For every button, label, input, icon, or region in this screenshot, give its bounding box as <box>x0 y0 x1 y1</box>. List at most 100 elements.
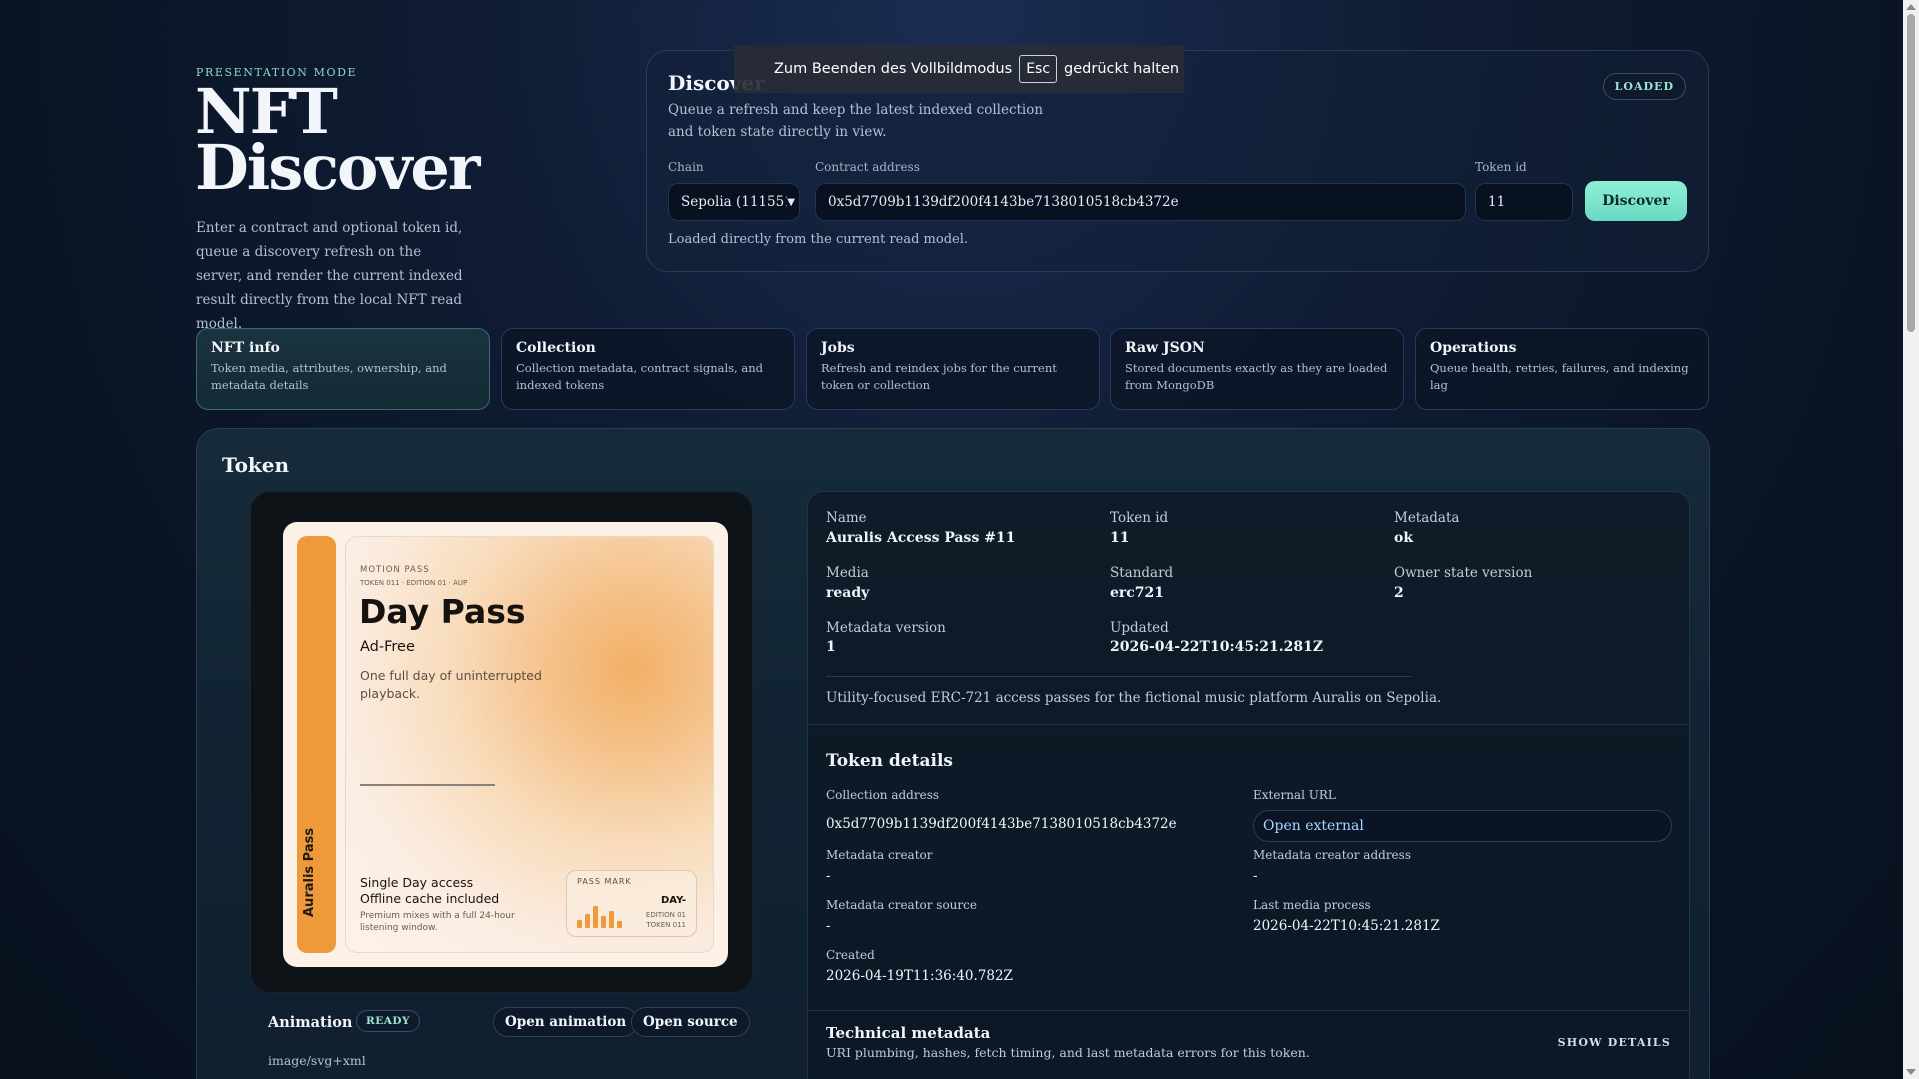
token-id-info-value: 11 <box>1110 530 1130 546</box>
token-id-input[interactable]: 11 <box>1475 183 1573 221</box>
tab-title: NFT info <box>211 340 280 356</box>
collection-address-value: 0x5d7709b1139df200f4143be7138010518cb437… <box>826 816 1177 832</box>
toast-text-after: gedrückt halten <box>1064 61 1180 77</box>
card-side-strip: Auralis Pass <box>297 536 336 953</box>
metadata-creator-address-value: - <box>1253 868 1258 884</box>
tab-operations[interactable]: Operations Queue health, retries, failur… <box>1415 328 1709 410</box>
tab-collection[interactable]: Collection Collection metadata, contract… <box>501 328 795 410</box>
scroll-down-icon[interactable] <box>1906 1069 1916 1075</box>
card-feature-1: Single Day access <box>360 875 474 890</box>
token-section: Token Auralis Pass MOTION PASS TOKEN 011… <box>196 428 1710 1079</box>
tab-title: Operations <box>1430 340 1517 356</box>
page-description: Enter a contract and optional token id, … <box>196 220 463 332</box>
open-external-link[interactable]: Open external <box>1253 810 1672 842</box>
open-source-button[interactable]: Open source <box>631 1007 750 1037</box>
tab-description: Collection metadata, contract signals, a… <box>516 361 763 392</box>
card-strip-text: Auralis Pass <box>302 827 317 917</box>
metadata-creator-address-label: Metadata creator address <box>1253 848 1411 862</box>
section-divider <box>808 1010 1689 1011</box>
name-label: Name <box>826 510 867 526</box>
discover-subtitle: Queue a refresh and keep the latest inde… <box>668 102 1044 140</box>
animation-mime-type: image/svg+xml <box>268 1053 366 1068</box>
metadata-creator-value: - <box>826 868 831 884</box>
tab-raw-json[interactable]: Raw JSON Stored documents exactly as the… <box>1110 328 1404 410</box>
page-scrollbar[interactable] <box>1903 0 1919 1079</box>
external-url-label: External URL <box>1253 788 1336 802</box>
animation-label: Animation <box>268 1014 353 1031</box>
standard-value: erc721 <box>1110 585 1165 601</box>
metadata-creator-source-value: - <box>826 918 831 934</box>
created-value: 2026-04-19T11:36:40.782Z <box>826 968 1013 984</box>
token-description: Utility-focused ERC-721 access passes fo… <box>826 690 1442 706</box>
esc-key: Esc <box>1019 55 1058 83</box>
page-title-line2: Discover <box>195 131 480 204</box>
tab-jobs[interactable]: Jobs Refresh and reindex jobs for the cu… <box>806 328 1100 410</box>
scroll-up-icon[interactable] <box>1906 4 1916 10</box>
tab-nft-info[interactable]: NFT info Token media, attributes, owners… <box>196 328 490 410</box>
token-heading: Token <box>222 453 290 477</box>
section-divider <box>808 724 1689 725</box>
chain-label: Chain <box>668 160 704 174</box>
metadata-label: Metadata <box>1394 510 1460 526</box>
standard-label: Standard <box>1110 565 1174 581</box>
media-label: Media <box>826 565 869 581</box>
pass-mark-day: DAY- <box>660 895 686 906</box>
token-card-image: Auralis Pass MOTION PASS TOKEN 011 · EDI… <box>283 522 728 967</box>
tab-description: Queue health, retries, failures, and ind… <box>1430 361 1689 392</box>
token-media-frame: Auralis Pass MOTION PASS TOKEN 011 · EDI… <box>250 491 753 993</box>
media-value: ready <box>826 585 870 601</box>
name-value: Auralis Access Pass #11 <box>826 530 1016 546</box>
technical-metadata-title: Technical metadata <box>826 1024 991 1042</box>
metadata-version-value: 1 <box>826 639 836 655</box>
tab-description: Stored documents exactly as they are loa… <box>1125 361 1388 392</box>
equalizer-icon <box>577 902 627 928</box>
updated-label: Updated <box>1110 620 1169 636</box>
card-subtitle: Ad-Free <box>360 639 415 655</box>
chain-select-value: Sepolia (11155111) <box>681 194 787 210</box>
last-media-process-value: 2026-04-22T10:45:21.281Z <box>1253 918 1440 934</box>
fullscreen-exit-toast: Zum Beenden des Vollbildmodus Esc gedrüc… <box>734 45 1184 93</box>
tab-title: Jobs <box>821 340 855 356</box>
show-details-toggle[interactable]: SHOW DETAILS <box>1558 1036 1671 1049</box>
chevron-down-icon: ▼ <box>787 196 795 208</box>
card-motion-sub: TOKEN 011 · EDITION 01 · AUP <box>360 579 468 587</box>
discover-button[interactable]: Discover <box>1585 181 1687 221</box>
token-id-label: Token id <box>1475 160 1527 174</box>
card-motion-label: MOTION PASS <box>360 565 430 575</box>
card-title: Day Pass <box>359 592 526 631</box>
tab-title: Collection <box>516 340 596 356</box>
collection-address-label: Collection address <box>826 788 940 802</box>
animation-status-badge: READY <box>356 1010 420 1032</box>
token-details-title: Token details <box>826 751 953 771</box>
card-note: Premium mixes with a full 24-hour listen… <box>360 911 515 933</box>
page-title: NFT Discover <box>195 81 515 204</box>
card-inner: MOTION PASS TOKEN 011 · EDITION 01 · AUP… <box>345 536 714 953</box>
tab-title: Raw JSON <box>1125 340 1205 356</box>
technical-metadata-description: URI plumbing, hashes, fetch timing, and … <box>826 1045 1310 1060</box>
metadata-creator-label: Metadata creator <box>826 848 933 862</box>
pass-mark-token-text: TOKEN 011 <box>646 921 686 929</box>
contract-address-label: Contract address <box>815 160 920 174</box>
tab-description: Token media, attributes, ownership, and … <box>211 361 447 392</box>
scrollbar-thumb[interactable] <box>1907 14 1915 332</box>
pass-mark-edition-text: EDITION 01 <box>645 911 686 919</box>
metadata-version-label: Metadata version <box>826 620 946 636</box>
metadata-creator-source-label: Metadata creator source <box>826 898 977 912</box>
card-divider <box>360 784 495 786</box>
info-divider <box>826 676 1411 677</box>
card-feature-2: Offline cache included <box>360 891 500 906</box>
tab-description: Refresh and reindex jobs for the current… <box>821 361 1057 392</box>
pass-mark-label: PASS MARK <box>577 877 632 886</box>
owner-state-value: 2 <box>1394 585 1404 601</box>
card-features: Single Day access Offline cache included <box>360 875 499 907</box>
contract-address-input[interactable]: 0x5d7709b1139df200f4143be7138010518cb437… <box>815 183 1466 221</box>
created-label: Created <box>826 948 875 962</box>
last-media-process-label: Last media process <box>1253 898 1371 912</box>
token-info-panel: Name Auralis Access Pass #11 Token id 11… <box>807 491 1690 1079</box>
pass-mark-edition: EDITION 01 TOKEN 011 <box>646 910 686 930</box>
updated-value: 2026-04-22T10:45:21.281Z <box>1110 639 1324 655</box>
owner-state-label: Owner state version <box>1394 565 1533 581</box>
chain-select[interactable]: Sepolia (11155111) ▼ <box>668 183 800 221</box>
open-animation-button[interactable]: Open animation <box>493 1007 639 1037</box>
card-description: One full day of uninterrupted playback. <box>360 668 542 701</box>
